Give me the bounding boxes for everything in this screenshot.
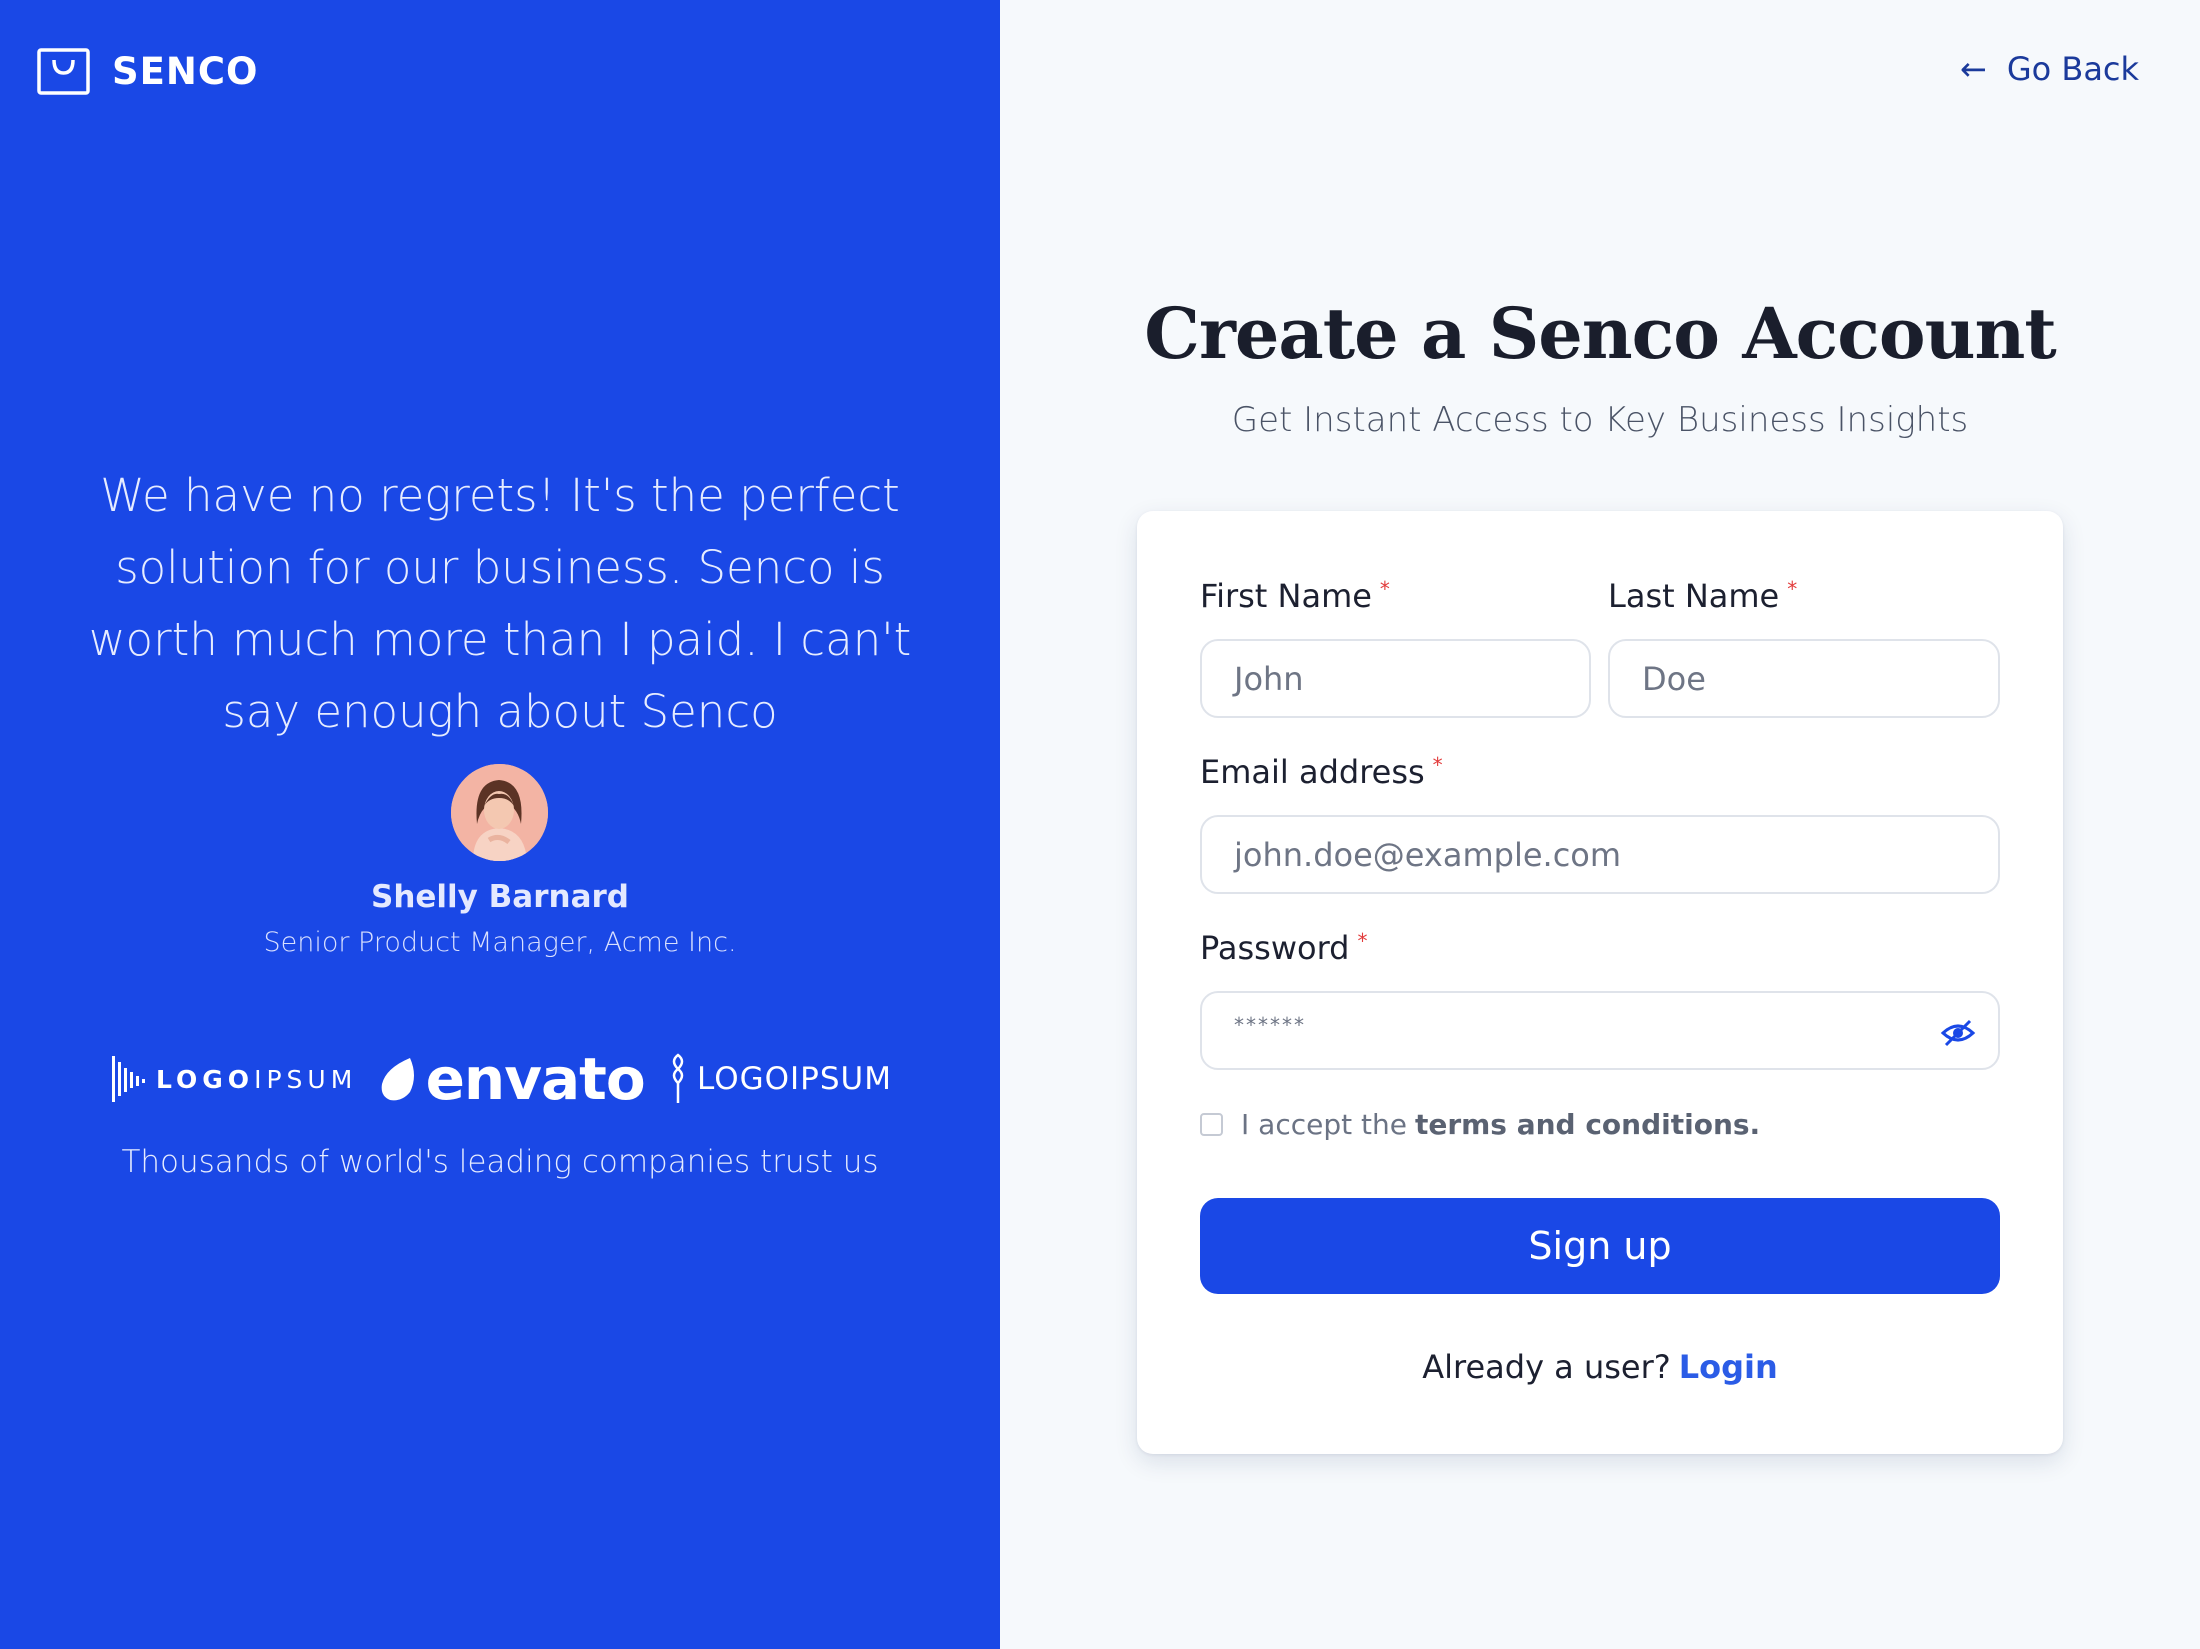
- go-back-link[interactable]: ← Go Back: [1960, 50, 2139, 88]
- logoipsum-logo-2: LOGOIPSUM: [667, 1053, 892, 1105]
- first-name-input[interactable]: John: [1200, 639, 1591, 718]
- envato-logo: envato: [380, 1045, 646, 1113]
- page-subtitle: Get Instant Access to Key Business Insig…: [1231, 400, 1969, 440]
- wheat-icon: [672, 1053, 684, 1103]
- brand[interactable]: SENCO: [37, 48, 259, 95]
- terms-checkbox[interactable]: [1200, 1113, 1223, 1136]
- first-name-placeholder: John: [1234, 659, 1304, 698]
- logo3-text: LOGOIPSUM: [697, 1061, 892, 1097]
- logoipsum-logo-1: LOGOIPSUM: [112, 1054, 357, 1104]
- go-back-label: Go Back: [2006, 50, 2140, 88]
- signup-button[interactable]: Sign up: [1200, 1198, 2000, 1294]
- last-name-placeholder: Doe: [1642, 659, 1706, 698]
- email-label-text: Email address: [1200, 753, 1425, 791]
- required-mark: *: [1432, 753, 1443, 777]
- required-mark: *: [1379, 577, 1390, 601]
- first-name-label: First Name *: [1200, 577, 1390, 615]
- terms-link[interactable]: terms and conditions.: [1415, 1108, 1760, 1141]
- required-mark: *: [1787, 577, 1798, 601]
- password-label-text: Password: [1200, 929, 1350, 967]
- page-title: Create a Senco Account: [1144, 292, 2056, 375]
- already-user-text: Already a user?: [1422, 1348, 1671, 1386]
- testimonial-panel: SENCO We have no regrets! It's the perfe…: [0, 0, 1000, 1649]
- first-name-label-text: First Name: [1200, 577, 1372, 615]
- accept-text: I accept the: [1241, 1108, 1407, 1141]
- email-label: Email address *: [1200, 753, 1443, 791]
- password-label: Password *: [1200, 929, 1367, 967]
- last-name-label-text: Last Name: [1608, 577, 1780, 615]
- password-value: ******: [1234, 1013, 1306, 1037]
- login-prompt: Already a user? Login: [1137, 1348, 2063, 1386]
- testimonial-quote: We have no regrets! It's the perfect sol…: [88, 469, 912, 738]
- last-name-input[interactable]: Doe: [1608, 639, 2000, 718]
- logo1-light-text: IPSUM: [254, 1064, 358, 1094]
- email-placeholder: john.doe@example.com: [1234, 835, 1622, 874]
- eye-off-icon[interactable]: [1940, 1015, 1976, 1051]
- password-input[interactable]: ******: [1200, 991, 2000, 1070]
- leaf-icon: [381, 1058, 414, 1101]
- brand-name: SENCO: [112, 50, 259, 93]
- logo1-bold-text: LOGO: [156, 1064, 255, 1094]
- avatar: [451, 764, 548, 861]
- trust-text: Thousands of world's leading companies t…: [121, 1144, 879, 1180]
- shopping-bag-icon: [37, 48, 90, 95]
- testimonial-role: Senior Product Manager, Acme Inc.: [263, 927, 737, 958]
- required-mark: *: [1357, 929, 1368, 953]
- arrow-left-icon: ←: [1960, 50, 1987, 88]
- avatar-portrait-icon: [451, 764, 548, 861]
- signup-form: First Name * John Last Name * Doe Email ad…: [1137, 511, 2063, 1454]
- login-link[interactable]: Login: [1679, 1348, 1778, 1386]
- terms-row: I accept the terms and conditions.: [1200, 1108, 1760, 1141]
- envato-text: envato: [425, 1045, 646, 1113]
- last-name-label: Last Name *: [1608, 577, 1797, 615]
- email-input[interactable]: john.doe@example.com: [1200, 815, 2000, 894]
- company-logos: LOGOIPSUM envato LOGOIPSUM: [112, 1045, 892, 1113]
- testimonial-author: Shelly Barnard: [371, 879, 629, 915]
- soundwave-icon: [112, 1056, 145, 1102]
